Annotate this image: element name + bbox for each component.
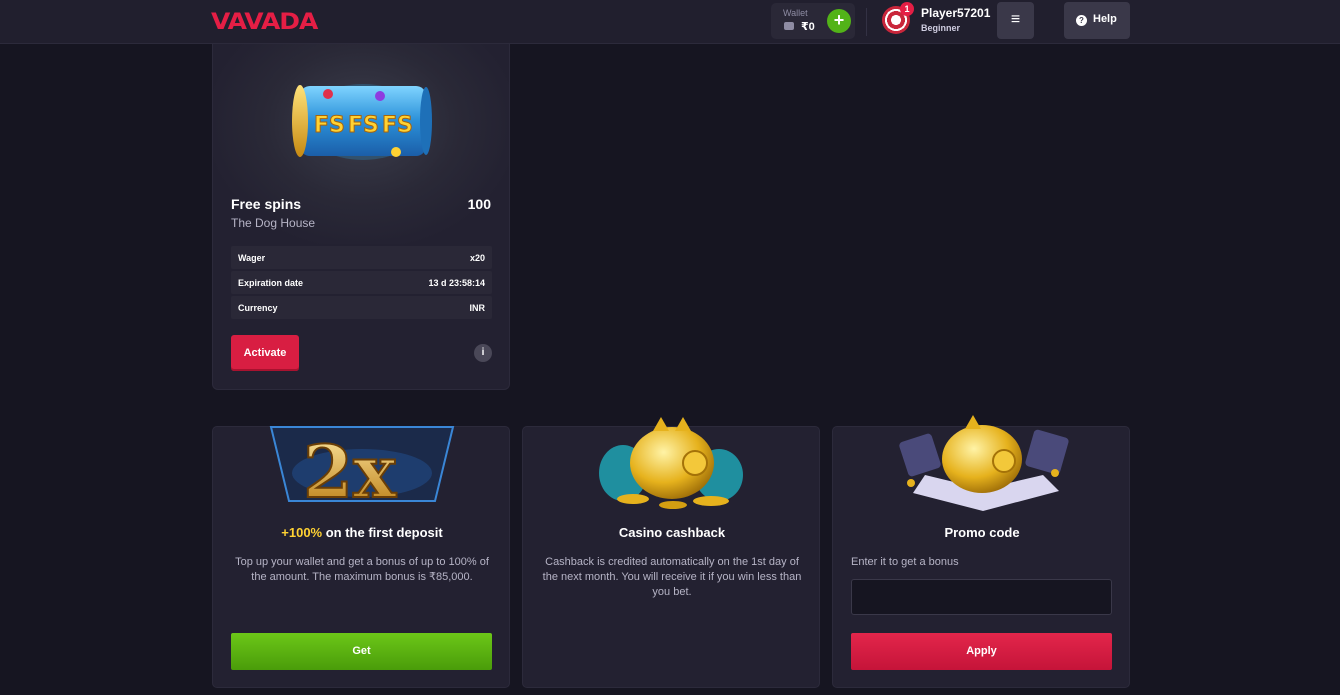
vavada-logo[interactable]: VAVADA <box>211 8 318 34</box>
free-spins-card: FS FS FS Free spins The Dog House 100 Wa… <box>212 44 510 390</box>
wallet-label: Wallet <box>783 8 808 18</box>
help-button[interactable]: ? Help <box>1064 2 1130 39</box>
free-spins-count: 100 <box>467 196 491 212</box>
chat-icon: ? <box>1076 15 1087 26</box>
cashback-card: Casino cashback Cashback is credited aut… <box>522 417 820 688</box>
svg-text:2x: 2x <box>303 429 397 513</box>
promo-title: Promo code <box>944 525 1020 540</box>
hamburger-icon: ≡ <box>1010 11 1021 28</box>
deposit-description: Top up your wallet and get a bonus of up… <box>235 556 489 583</box>
notification-badge[interactable]: 1 <box>900 2 914 16</box>
wallet-widget[interactable]: Wallet ₹0 + <box>771 3 855 39</box>
row-value: x20 <box>469 252 485 263</box>
header-divider <box>866 8 867 36</box>
svg-text:FS: FS <box>348 113 379 138</box>
deposit-title-rest: on the first deposit <box>322 525 443 540</box>
row-value: 13 d 23:58:14 <box>428 277 485 288</box>
add-funds-button[interactable]: + <box>827 9 851 33</box>
row-label: Expiration date <box>238 277 304 288</box>
get-button[interactable]: Get <box>231 633 492 670</box>
username[interactable]: Player57201 <box>921 6 990 20</box>
piggy-bank-icon <box>599 417 743 509</box>
deposit-title-highlight: +100% <box>281 525 323 540</box>
bonus-details-table: Wager x20 Expiration date 13 d 23:58:14 … <box>231 246 492 321</box>
promo-description: Enter it to get a bonus <box>851 556 959 568</box>
svg-text:FS: FS <box>314 113 345 138</box>
promo-code-input[interactable] <box>851 579 1112 615</box>
deposit-bonus-card: 2x +100% on the first deposit Top up you… <box>212 426 510 688</box>
help-label: Help <box>1093 13 1117 25</box>
menu-button[interactable]: ≡ <box>997 2 1034 39</box>
wallet-balance: ₹0 <box>801 21 815 33</box>
slot-reel-icon: FS FS FS <box>292 84 432 160</box>
cashback-description: Cashback is credited automatically on th… <box>542 556 802 598</box>
row-label: Wager <box>238 252 266 263</box>
cashback-title: Casino cashback <box>618 525 726 540</box>
svg-text:FS: FS <box>382 113 413 138</box>
deposit-title: +100% on the first deposit <box>213 525 511 540</box>
info-icon[interactable]: i <box>474 344 492 362</box>
user-level: Beginner <box>921 23 961 33</box>
free-spins-title: Free spins <box>231 196 302 212</box>
wallet-icon <box>784 22 794 30</box>
2x-multiplier-icon: 2x <box>269 426 455 513</box>
table-row: Expiration date 13 d 23:58:14 <box>231 271 492 294</box>
apply-button[interactable]: Apply <box>851 633 1112 670</box>
row-value: INR <box>469 302 486 313</box>
free-spins-game: The Dog House <box>231 216 316 230</box>
activate-button[interactable]: Activate <box>231 335 299 371</box>
table-row: Wager x20 <box>231 246 492 269</box>
table-row: Currency INR <box>231 296 492 319</box>
top-header: VAVADA Wallet ₹0 + 1 Player57201 Beginne… <box>0 0 1340 44</box>
row-label: Currency <box>238 302 278 313</box>
piggy-gift-icon <box>899 415 1069 511</box>
promo-code-card: Promo code Enter it to get a bonus Apply <box>832 415 1130 688</box>
